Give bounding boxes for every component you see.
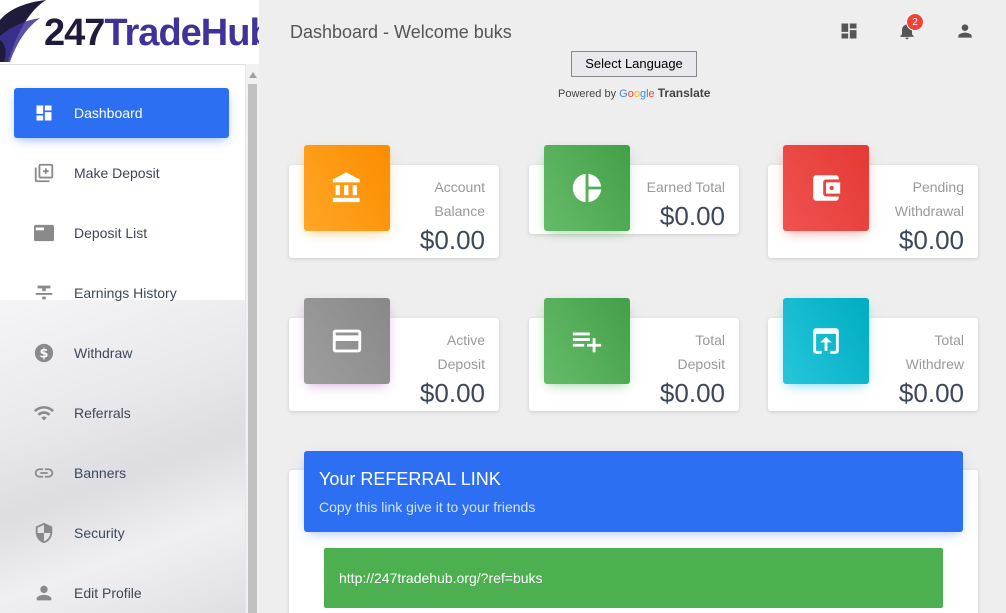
card-value: $0.00: [419, 378, 485, 408]
sidebar-item-label: Banners: [74, 465, 127, 481]
sidebar-item-label: Security: [74, 525, 125, 541]
upload-box-icon: [783, 298, 869, 384]
sidebar-item-label: Earnings History: [74, 285, 177, 301]
card-category: Pending Withdrawal: [894, 179, 964, 219]
person-icon: [32, 582, 56, 604]
link-icon: [32, 462, 56, 484]
sidebar-item-label: Deposit List: [74, 225, 148, 241]
wifi-icon: [32, 402, 56, 424]
shield-icon: [32, 522, 56, 544]
sidebar-item-label: Dashboard: [74, 105, 143, 121]
svg-text:$: $: [40, 347, 49, 362]
page-title: Dashboard - Welcome buks: [290, 22, 512, 42]
referral-card-header: Your REFERRAL LINK Copy this link give i…: [304, 451, 963, 532]
sidebar-scrollbar[interactable]: [245, 64, 259, 613]
dashboard-icon[interactable]: [839, 21, 859, 41]
card-value: $0.00: [898, 225, 964, 255]
sidebar-item-security[interactable]: Security: [14, 508, 229, 558]
logo-divider: [0, 64, 245, 65]
sidebar-item-label: Make Deposit: [74, 165, 160, 181]
sidebar-item-label: Referrals: [74, 405, 131, 421]
sidebar-item-deposit-list[interactable]: Deposit List: [14, 208, 229, 258]
strikethrough-icon: [32, 282, 56, 304]
sidebar-item-banners[interactable]: Banners: [14, 448, 229, 498]
playlist-add-icon: [544, 298, 630, 384]
card-value: $0.00: [419, 225, 485, 255]
card-category: Active Deposit: [437, 332, 485, 372]
language-select[interactable]: Select Language: [571, 51, 697, 77]
dashboard-icon: [32, 102, 56, 124]
pie-chart-icon: [544, 145, 630, 231]
user-account-icon[interactable]: [955, 21, 975, 41]
card-category: Total Deposit: [677, 332, 725, 372]
card-category: Earned Total: [646, 179, 725, 195]
card-category: Total Withdrew: [905, 332, 964, 372]
sidebar-item-withdraw[interactable]: $ Withdraw: [14, 328, 229, 378]
logo-number: 247: [44, 12, 105, 54]
card-value: $0.00: [898, 378, 964, 408]
sidebar-item-make-deposit[interactable]: Make Deposit: [14, 148, 229, 198]
card-list-icon: [32, 222, 56, 244]
sidebar: 247TradeHub Dashboard Make Deposit Depos…: [0, 0, 259, 613]
dollar-circle-icon: $: [32, 342, 56, 364]
sidebar-nav: Dashboard Make Deposit Deposit List Earn…: [14, 88, 229, 613]
translate-word: Translate: [657, 86, 711, 100]
powered-by-label: Powered by: [558, 88, 617, 100]
brand-logo[interactable]: 247TradeHub: [0, 0, 259, 64]
library-add-icon: [32, 162, 56, 184]
scroll-up-arrow-icon[interactable]: [249, 72, 257, 78]
referral-link[interactable]: http://247tradehub.org/?ref=buks: [324, 548, 943, 608]
scroll-thumb[interactable]: [248, 84, 257, 613]
wallet-icon: [783, 145, 869, 231]
sidebar-item-edit-profile[interactable]: Edit Profile: [14, 568, 229, 613]
sidebar-item-label: Edit Profile: [74, 585, 142, 601]
card-category: Account Balance: [434, 179, 485, 219]
card-value: $0.00: [659, 378, 725, 408]
notification-badge[interactable]: 2: [906, 13, 924, 31]
google-wordmark: Google: [619, 88, 655, 100]
card-value: $0.00: [659, 201, 725, 231]
powered-by-google-translate[interactable]: Powered by Google Translate: [558, 86, 710, 100]
credit-card-icon: [304, 298, 390, 384]
logo-text: 247TradeHub: [44, 9, 259, 57]
logo-name: TradeHub: [104, 12, 259, 54]
sidebar-item-referrals[interactable]: Referrals: [14, 388, 229, 438]
sidebar-item-earnings-history[interactable]: Earnings History: [14, 268, 229, 318]
sidebar-item-label: Withdraw: [74, 345, 133, 361]
referral-title: Your REFERRAL LINK: [319, 469, 501, 489]
referral-subtitle: Copy this link give it to your friends: [319, 499, 536, 515]
logo-swoosh-icon: [0, 0, 46, 62]
bank-icon: [304, 145, 390, 231]
sidebar-item-dashboard[interactable]: Dashboard: [14, 88, 229, 138]
